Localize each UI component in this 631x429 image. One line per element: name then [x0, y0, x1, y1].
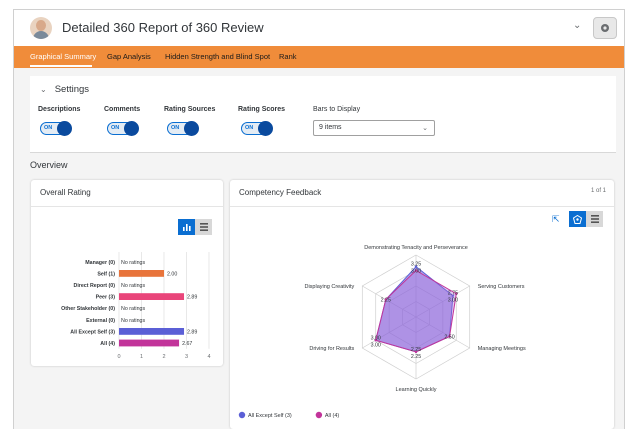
toggle-state: ON — [171, 125, 180, 131]
category-label: Self (1) — [97, 271, 115, 277]
tab-gap-analysis[interactable]: Gap Analysis — [107, 52, 151, 61]
toggle-knob — [258, 121, 273, 136]
radar-value-label: 3.25 — [411, 262, 421, 268]
settings-panel: ⌄ Settings Descriptions ON Comments ON Ra… — [30, 76, 616, 153]
radar-axis-label: Learning Quickly — [396, 387, 437, 393]
settings-header[interactable]: ⌄ Settings — [40, 84, 89, 95]
legend-marker — [238, 411, 246, 419]
bar — [119, 270, 164, 277]
toggle-knob — [57, 121, 72, 136]
category-label: Other Stakeholder (0) — [61, 306, 115, 312]
value-label: No ratings — [121, 318, 145, 324]
radar-axis-label: Displaying Creativity — [304, 284, 354, 290]
category-label: All Except Self (3) — [70, 329, 115, 335]
radar-value-label: 2.75 — [448, 291, 458, 297]
page-title: Detailed 360 Report of 360 Review — [62, 20, 264, 35]
x-tick-label: 3 — [185, 354, 188, 360]
radar-value-label: 2.25 — [381, 298, 391, 304]
chevron-down-icon[interactable]: ⌄ — [573, 20, 581, 31]
toggle-knob — [124, 121, 139, 136]
x-tick-label: 4 — [207, 354, 210, 360]
chevron-down-icon[interactable]: ⌄ — [40, 85, 47, 94]
radar-value-label: 3.00 — [448, 298, 458, 304]
bar — [119, 293, 185, 300]
value-label: No ratings — [121, 306, 145, 312]
overall-rating-card: Overall Rating 0 1 2 3 4 Manager (0) No rating… — [31, 180, 223, 366]
legend-label: All (4) — [325, 413, 340, 419]
overall-rating-chart: 0 1 2 3 4 Manager (0) No ratings Self (1) 2.00 Di… — [61, 252, 211, 360]
radar-value-label: 3.00 — [371, 335, 381, 341]
category-label: Peer (3) — [96, 295, 116, 301]
radar-value-label: 3.00 — [371, 342, 381, 348]
toggle-state: ON — [111, 125, 120, 131]
radar-axis-label: Serving Customers — [478, 284, 525, 290]
x-tick-label: 2 — [162, 354, 165, 360]
settings-globe-icon[interactable] — [593, 17, 617, 39]
radar-axis-label: Managing Meetings — [478, 346, 526, 352]
user-avatar-icon — [30, 17, 52, 39]
value-label: 2.00 — [167, 271, 177, 277]
chevron-down-icon: ⌄ — [422, 125, 428, 132]
toggle-state: ON — [44, 125, 53, 131]
descriptions-label: Descriptions — [38, 106, 81, 113]
rating-scores-label: Rating Scores — [238, 106, 286, 113]
value-label: 2.67 — [182, 341, 192, 347]
settings-title: Settings — [54, 84, 90, 95]
competency-feedback-card: Competency Feedback 1 of 1 ⇱ Demonstrati… — [230, 180, 614, 429]
page-header: Detailed 360 Report of 360 Review ⌄ — [14, 10, 624, 46]
comments-toggle[interactable]: ON — [107, 121, 139, 136]
active-tab-indicator — [30, 65, 92, 67]
rating-sources-label: Rating Sources — [164, 106, 216, 113]
legend-marker — [315, 411, 323, 419]
category-label: All (4) — [100, 341, 115, 347]
overview-title: Overview — [30, 160, 68, 170]
toggle-knob — [184, 121, 199, 136]
bar — [119, 339, 180, 347]
tab-hidden-strength[interactable]: Hidden Strength and Blind Spot — [165, 52, 270, 61]
tab-graphical-summary[interactable]: Graphical Summary — [30, 52, 96, 61]
tab-bar: Graphical Summary Gap Analysis Hidden St… — [14, 46, 624, 68]
radar-value-label: 2.25 — [411, 347, 421, 353]
legend-label: All Except Self (3) — [248, 413, 292, 419]
app-frame: Detailed 360 Report of 360 Review ⌄ Grap… — [13, 9, 625, 429]
value-label: 2.89 — [187, 329, 197, 335]
x-tick-label: 1 — [140, 354, 143, 360]
x-tick-label: 0 — [117, 354, 120, 360]
value-label: No ratings — [121, 260, 145, 266]
category-label: Manager (0) — [85, 260, 115, 266]
bar — [119, 328, 185, 335]
category-label: External (0) — [86, 318, 115, 324]
radar-value-label: 2.50 — [444, 334, 454, 340]
comments-label: Comments — [104, 106, 141, 113]
select-value: 9 items — [319, 124, 342, 131]
value-label: No ratings — [121, 283, 145, 289]
competency-radar-chart: Demonstrating Tenacity and Perseverance S… — [238, 245, 526, 419]
category-label: Direct Report (0) — [74, 283, 116, 289]
bars-to-display-label: Bars to Display — [313, 106, 361, 113]
radar-value-label: 3.00 — [411, 269, 421, 275]
value-label: 2.89 — [187, 295, 197, 301]
descriptions-toggle[interactable]: ON — [40, 121, 72, 136]
tab-rank[interactable]: Rank — [279, 52, 297, 61]
radar-value-label: 2.25 — [411, 354, 421, 360]
rating-scores-toggle[interactable]: ON — [241, 121, 273, 136]
radar-axis-label: Demonstrating Tenacity and Perseverance — [364, 245, 468, 251]
bars-to-display-select[interactable]: 9 items ⌄ — [313, 120, 435, 136]
toggle-state: ON — [245, 125, 254, 131]
radar-axis-label: Driving for Results — [309, 346, 354, 352]
rating-sources-toggle[interactable]: ON — [167, 121, 199, 136]
